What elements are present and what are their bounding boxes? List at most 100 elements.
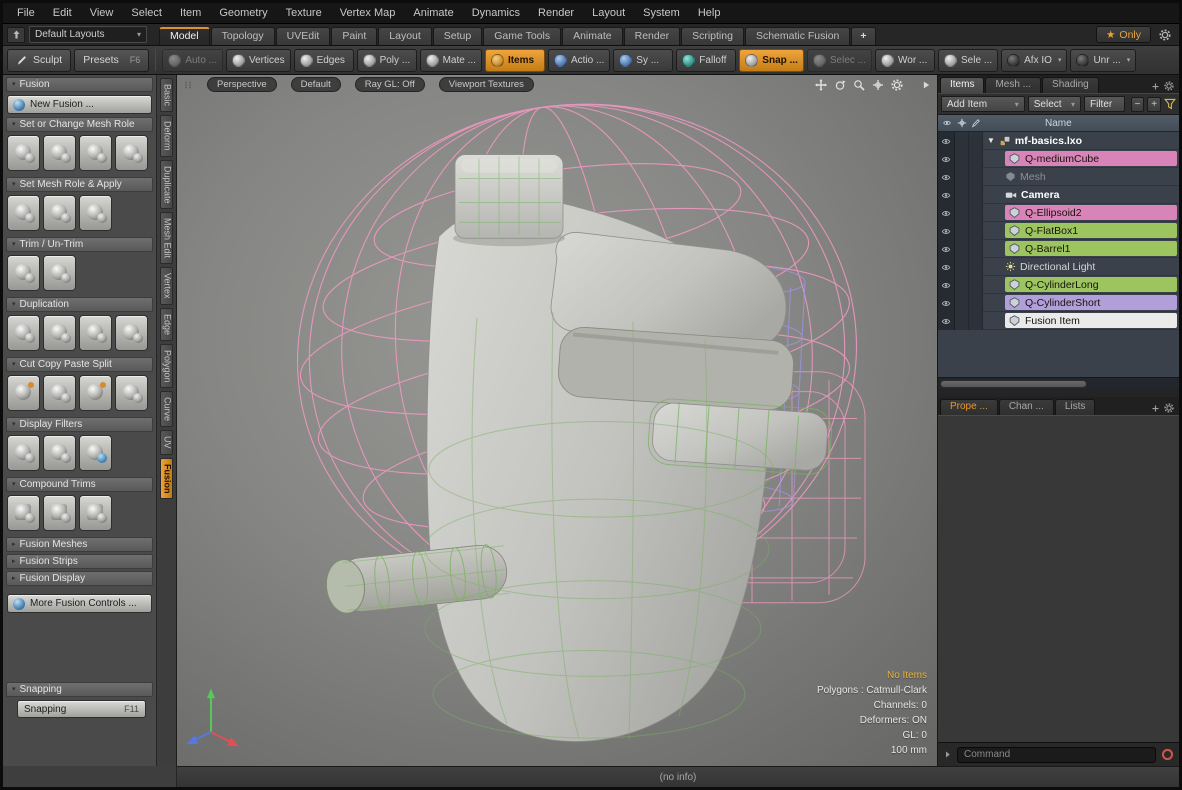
copy-button[interactable] [43,375,76,411]
menu-view[interactable]: View [82,6,122,20]
layout-tab-setup[interactable]: Setup [433,27,482,46]
section-cut-copy-paste-split[interactable]: ▾Cut Copy Paste Split [6,357,153,372]
tab-channels[interactable]: Chan ... [999,399,1054,415]
toolbar-action-center-button[interactable]: Actio ... [548,49,610,72]
zoom-icon[interactable] [853,79,865,91]
mesh-role-subtract-button[interactable] [79,135,112,171]
visibility-eye-icon[interactable] [938,204,955,222]
select-dropdown[interactable]: Select▾ [1028,96,1081,112]
layout-settings-gear-icon[interactable] [1155,26,1175,43]
menu-item[interactable]: Item [172,6,209,20]
tab-vertex[interactable]: Vertex [160,267,174,305]
panel-gear-icon[interactable] [1164,403,1174,413]
layout-tab-layout[interactable]: Layout [378,27,432,46]
split-button[interactable] [115,375,148,411]
only-toggle-button[interactable]: ★ Only [1096,26,1151,43]
menu-file[interactable]: File [9,6,43,20]
command-input[interactable] [957,747,1156,763]
command-history-icon[interactable] [943,750,952,759]
viewport-projection-dropdown[interactable]: Perspective [207,77,277,92]
viewport-canvas[interactable] [177,75,937,766]
menu-edit[interactable]: Edit [45,6,80,20]
display-filter-wire-button[interactable] [79,435,112,471]
section-compound-trims[interactable]: ▾Compound Trims [6,477,153,492]
compound-trim-add-button[interactable] [43,495,76,531]
tab-basic[interactable]: Basic [160,78,174,112]
tab-properties[interactable]: Prope ... [940,399,998,415]
visibility-eye-icon[interactable] [938,276,955,294]
scrollbar-thumb[interactable] [940,380,1087,388]
panel-gear-icon[interactable] [1164,81,1174,91]
visibility-column-eye-icon[interactable] [938,119,955,127]
apply-union-button[interactable] [7,195,40,231]
mesh-role-trim-button[interactable] [43,135,76,171]
3d-viewport[interactable]: Perspective Default Ray GL: Off Viewport… [177,75,937,766]
item-row-q-flatbox1[interactable]: Q-FlatBox1 [938,222,1179,240]
filter-button[interactable]: Filter [1084,96,1125,112]
tab-uv[interactable]: UV [160,430,174,455]
section-duplication[interactable]: ▾Duplication [6,297,153,312]
add-item-dropdown[interactable]: Add Item▾ [941,96,1025,112]
layout-tab-render[interactable]: Render [624,27,680,46]
toolbar-selection-button[interactable]: Selec ... [807,49,872,72]
apply-intersect-button[interactable] [79,195,112,231]
toolbar-afx-io-button[interactable]: Afx IO▾ [1001,49,1067,72]
menu-render[interactable]: Render [530,6,582,20]
toolbar-auto-action-button[interactable]: Auto ... [162,49,223,72]
menu-dynamics[interactable]: Dynamics [464,6,528,20]
section-fusion-display[interactable]: ▸Fusion Display [6,571,153,586]
untrim-button[interactable] [43,255,76,291]
viewport-shading-dropdown[interactable]: Default [291,77,341,92]
tab-lists[interactable]: Lists [1055,399,1096,415]
apply-subtract-button[interactable] [43,195,76,231]
sculpt-button[interactable]: Sculpt [7,49,71,72]
menu-help[interactable]: Help [690,6,729,20]
reset-view-icon[interactable] [872,79,884,91]
layout-tab-schematic-fusion[interactable]: Schematic Fusion [745,27,850,46]
tab-duplicate[interactable]: Duplicate [160,160,174,210]
tab-edge[interactable]: Edge [160,308,174,341]
viewport-textures-dropdown[interactable]: Viewport Textures [439,77,534,92]
layout-tab-paint[interactable]: Paint [331,27,377,46]
menu-layout[interactable]: Layout [584,6,633,20]
layout-pin-icon[interactable] [7,27,25,43]
section-set-mesh-role-apply[interactable]: ▾Set Mesh Role & Apply [6,177,153,192]
tab-polygon[interactable]: Polygon [160,344,174,389]
section-set-or-change-mesh-role[interactable]: ▾Set or Change Mesh Role [6,117,153,132]
item-row-q-barrel1[interactable]: Q-Barrel1 [938,240,1179,258]
menu-texture[interactable]: Texture [278,6,330,20]
mesh-role-primary-button[interactable] [7,135,40,171]
orbit-icon[interactable] [834,79,846,91]
toolbar-materials-button[interactable]: Mate ... [420,49,482,72]
record-macro-icon[interactable] [1161,748,1174,761]
visibility-eye-icon[interactable] [938,168,955,186]
item-row-camera[interactable]: Camera [938,186,1179,204]
more-fusion-controls-button[interactable]: More Fusion Controls ... [7,594,152,613]
layout-tab-game-tools[interactable]: Game Tools [483,27,561,46]
viewport-gear-icon[interactable] [891,79,903,91]
item-tree-empty-area[interactable] [938,330,1179,377]
add-layout-tab-button[interactable]: + [851,27,875,46]
expand-caret-icon[interactable]: ▼ [987,136,995,145]
section-display-filters[interactable]: ▾Display Filters [6,417,153,432]
duplicate-button[interactable] [7,315,40,351]
tab-items[interactable]: Items [940,77,984,93]
visibility-eye-icon[interactable] [938,222,955,240]
instance-button[interactable] [43,315,76,351]
tab-mesh-ops[interactable]: Mesh ... [985,77,1041,93]
item-row-scene-root[interactable]: ▼ mf-basics.lxo [938,132,1179,150]
item-row-q-cylinderlong[interactable]: Q-CylinderLong [938,276,1179,294]
tab-shading[interactable]: Shading [1042,77,1099,93]
item-row-q-mediumcube[interactable]: Q-mediumCube [938,150,1179,168]
add-tab-icon[interactable] [1151,404,1160,413]
edit-column-pen-icon[interactable] [969,118,983,128]
collapse-all-button[interactable]: − [1131,97,1145,112]
menu-select[interactable]: Select [123,6,170,20]
tab-deform[interactable]: Deform [160,115,174,157]
select-column-icon[interactable] [955,118,969,128]
visibility-eye-icon[interactable] [938,240,955,258]
toolbar-work-plane-button[interactable]: Wor ... [875,49,935,72]
item-row-directional-light[interactable]: Directional Light [938,258,1179,276]
visibility-eye-icon[interactable] [938,258,955,276]
tab-mesh-edit[interactable]: Mesh Edit [160,212,174,264]
